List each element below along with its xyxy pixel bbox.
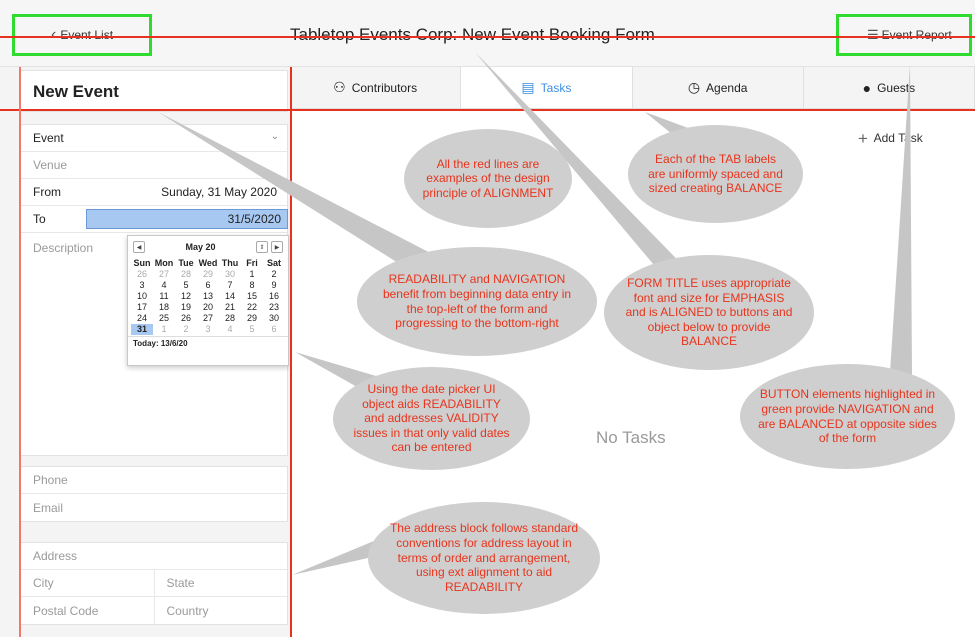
annotation-address: The address block follows standard conve… xyxy=(368,502,600,614)
pointer-buttons xyxy=(890,64,912,375)
annotation-form-title: FORM TITLE uses appropriate font and siz… xyxy=(604,255,814,370)
annotation-buttons: BUTTON elements highlighted in green pro… xyxy=(740,364,955,469)
annotation-tabs: Each of the TAB labels are uniformly spa… xyxy=(628,125,803,223)
annotation-date-picker: Using the date picker UI object aids REA… xyxy=(333,367,530,470)
annotation-readability: READABILITY and NAVIGATION benefit from … xyxy=(357,247,597,356)
annotation-alignment: All the red lines are examples of the de… xyxy=(404,129,572,228)
pointer-readability xyxy=(158,112,442,283)
